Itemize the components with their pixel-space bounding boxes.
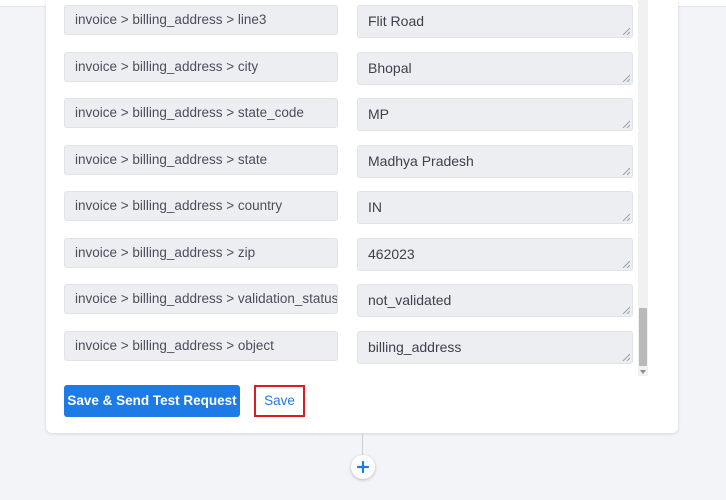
mapping-row: invoice > billing_address > object billi… [46, 331, 678, 365]
mapping-row: invoice > billing_address > state Madhya… [46, 145, 678, 179]
step-connector-line [362, 433, 363, 455]
field-value-text: Madhya Pradesh [368, 153, 474, 169]
resize-grip-icon[interactable] [622, 260, 630, 268]
field-value-text: 462023 [368, 246, 415, 262]
resize-grip-icon[interactable] [622, 167, 630, 175]
field-value-input[interactable]: Madhya Pradesh [357, 145, 633, 178]
field-value-input[interactable]: Bhopal [357, 52, 633, 85]
field-label: invoice > billing_address > country [64, 191, 338, 221]
resize-grip-icon[interactable] [622, 306, 630, 314]
resize-grip-icon[interactable] [622, 120, 630, 128]
scrollbar[interactable] [638, 0, 648, 376]
save-send-test-request-button[interactable]: Save & Send Test Request [64, 385, 240, 417]
field-value-text: billing_address [368, 339, 462, 355]
field-value-text: MP [368, 106, 389, 122]
field-value-input[interactable]: not_validated [357, 284, 633, 317]
mapping-row: invoice > billing_address > line3 Flit R… [46, 5, 678, 39]
plus-icon [357, 461, 369, 473]
mapping-row: invoice > billing_address > zip 462023 [46, 238, 678, 272]
mapping-row: invoice > billing_address > country IN [46, 191, 678, 225]
mapping-row: invoice > billing_address > city Bhopal [46, 52, 678, 86]
resize-grip-icon[interactable] [622, 27, 630, 35]
field-label: invoice > billing_address > object [64, 331, 338, 361]
field-value-text: not_validated [368, 292, 452, 308]
scroll-down-arrow-icon[interactable] [640, 370, 646, 374]
resize-grip-icon[interactable] [622, 213, 630, 221]
field-label: invoice > billing_address > validation_s… [64, 284, 338, 314]
field-value-text: Bhopal [368, 60, 412, 76]
field-label: invoice > billing_address > state_code [64, 98, 338, 128]
field-label: invoice > billing_address > zip [64, 238, 338, 268]
field-value-input[interactable]: Flit Road [357, 5, 633, 38]
resize-grip-icon[interactable] [622, 74, 630, 82]
resize-grip-icon[interactable] [622, 353, 630, 361]
field-value-text: IN [368, 199, 382, 215]
scrollbar-thumb[interactable] [639, 308, 647, 366]
field-label: invoice > billing_address > line3 [64, 5, 338, 35]
field-value-input[interactable]: MP [357, 98, 633, 131]
mapping-row: invoice > billing_address > validation_s… [46, 284, 678, 318]
field-value-text: Flit Road [368, 13, 425, 29]
field-value-input[interactable]: 462023 [357, 238, 633, 271]
field-value-input[interactable]: billing_address [357, 331, 633, 364]
field-label: invoice > billing_address > city [64, 52, 338, 82]
save-button[interactable]: Save [254, 385, 305, 417]
field-mapping-card: invoice > billing_address > line3 Flit R… [46, 0, 678, 433]
add-step-button[interactable] [351, 455, 375, 479]
field-value-input[interactable]: IN [357, 191, 633, 224]
field-label: invoice > billing_address > state [64, 145, 338, 175]
mapping-row: invoice > billing_address > state_code M… [46, 98, 678, 132]
